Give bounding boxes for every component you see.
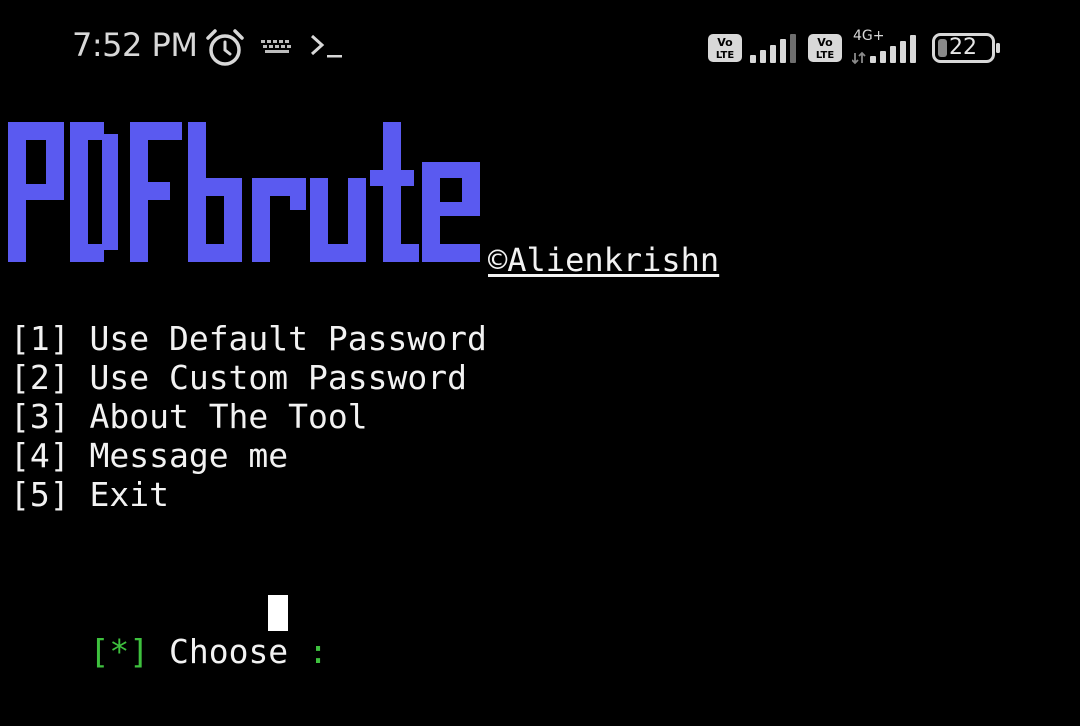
menu-item-key: [5] [10,475,70,514]
menu-item-about-tool[interactable]: [3] About The Tool [10,397,487,436]
choice-prompt[interactable]: [*] Choose : [10,592,348,671]
menu-item-key: [4] [10,436,70,475]
svg-text:LTE: LTE [716,50,735,61]
status-time: 7:52 PM [72,26,198,64]
menu-item-key: [3] [10,397,70,436]
menu-item-label: Message me [89,436,289,475]
menu-item-label: Use Custom Password [89,358,467,397]
signal-icon [750,34,796,63]
battery-level: 22 [949,35,977,60]
terminal-screen: 7:52 PM Vo LTE Vo LTE 4G+ 22 ©Alienkrish… [0,0,1080,726]
svg-text:Vo: Vo [717,36,733,49]
menu-item-custom-password[interactable]: [2] Use Custom Password [10,358,487,397]
volte-icon: Vo LTE [708,34,742,62]
menu-item-message-me[interactable]: [4] Message me [10,436,487,475]
menu-item-key: [1] [10,319,70,358]
menu-item-key: [2] [10,358,70,397]
terminal-icon [310,34,342,58]
pdfbrute-logo [8,122,480,262]
menu-item-default-password[interactable]: [1] Use Default Password [10,319,487,358]
author-credit: ©Alienkrishn [488,241,720,279]
alarm-icon [206,29,244,66]
keyboard-icon [261,40,291,53]
menu-item-exit[interactable]: [5] Exit [10,475,487,514]
prompt-marker: [*] [89,632,150,671]
main-menu: [1] Use Default Password [2] Use Custom … [10,319,487,514]
volte-icon: Vo LTE [808,34,842,62]
svg-text:Vo: Vo [817,36,833,49]
status-bar: 7:52 PM Vo LTE Vo LTE 4G+ 22 [0,0,1080,96]
menu-item-label: Use Default Password [89,319,487,358]
text-cursor [268,595,288,631]
menu-item-label: About The Tool [89,397,368,436]
prompt-separator: : [308,632,328,671]
prompt-label: Choose [168,632,289,671]
svg-text:LTE: LTE [816,50,835,61]
signal-icon [852,35,916,65]
menu-item-label: Exit [89,475,169,514]
